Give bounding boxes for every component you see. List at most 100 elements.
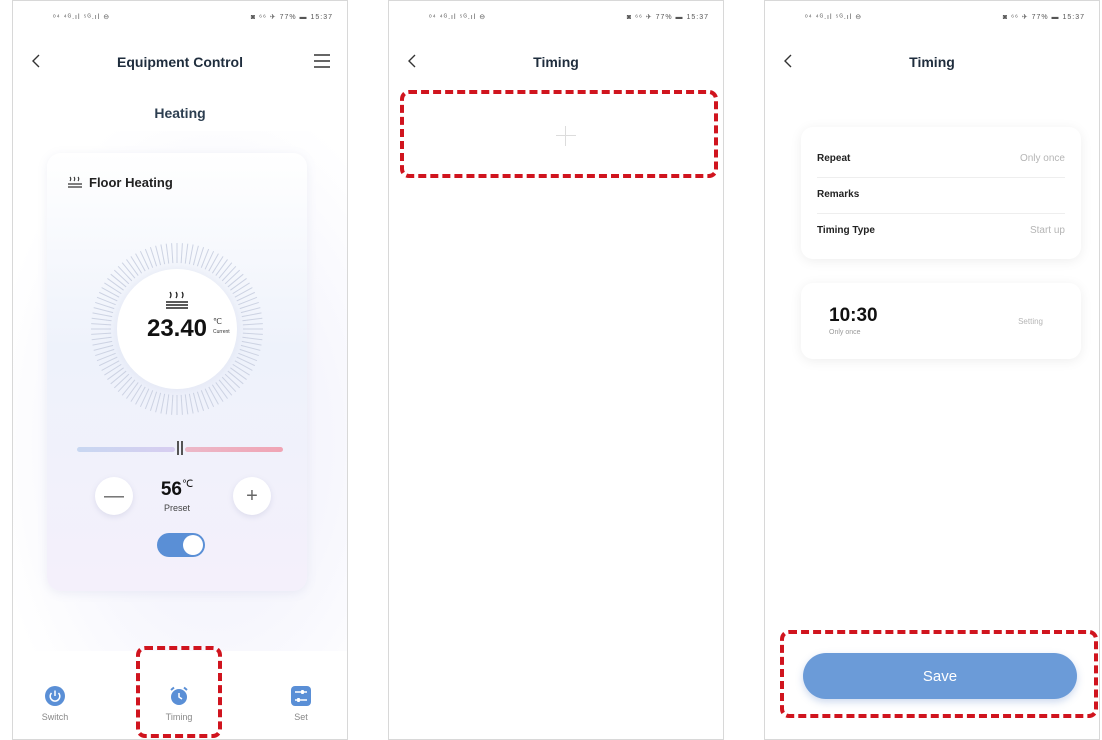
timing-type-label: Timing Type — [817, 225, 875, 236]
time-value: 10:30 — [829, 305, 878, 326]
dial-tick — [192, 245, 199, 266]
dial-tick — [230, 278, 247, 291]
dial-tick — [93, 307, 114, 314]
menu-icon[interactable] — [313, 53, 331, 69]
dial-tick — [232, 363, 250, 376]
dial-tick — [180, 243, 183, 264]
dial-tick — [91, 336, 112, 341]
dial-tick — [215, 259, 228, 276]
temperature-dial[interactable]: 23.40 ℃ Current — [87, 239, 267, 419]
dial-tick — [171, 394, 174, 415]
power-icon — [45, 686, 65, 706]
time-setting-link[interactable]: Setting — [1018, 317, 1043, 326]
remarks-row[interactable]: Remarks — [817, 177, 1065, 214]
dial-tick — [234, 287, 253, 298]
dial-tick — [171, 243, 174, 264]
dial-tick — [211, 256, 224, 274]
highlight-add-timer — [400, 90, 718, 178]
device-card: Floor Heating 23.40 ℃ Current — 56℃ Pres… — [47, 153, 307, 591]
dial-tick — [242, 336, 263, 341]
tab-switch[interactable]: Switch — [15, 685, 95, 722]
dial-tick — [221, 265, 237, 282]
page-title: Equipment Control — [117, 54, 243, 70]
timing-edit-screen: ᵒ⁴ ⁴ᴳ.ıl ⁵ᴳ.ıl ⊖ ◙ ⁶⁶ ✈ 77% ▬ 15:37 Timi… — [764, 0, 1100, 740]
toggle-knob — [183, 535, 203, 555]
current-temp-value: 23.40 — [146, 315, 208, 342]
dial-tick — [227, 370, 244, 385]
dial-tick — [241, 312, 262, 318]
dial-tick — [232, 282, 250, 295]
current-temperature: 23.40 ℃ Current — [117, 315, 237, 343]
increase-temp-button[interactable]: + — [233, 477, 271, 515]
dial-tick — [130, 384, 143, 402]
dial-tick — [92, 312, 113, 318]
dial-tick — [110, 370, 127, 385]
dial-tick — [215, 382, 228, 399]
dial-tick — [155, 245, 162, 266]
status-bar-signal: ᵒ⁴ ⁴ᴳ.ıl ⁵ᴳ.ıl ⊖ — [429, 14, 487, 21]
tab-set[interactable]: Set — [261, 685, 341, 722]
dial-tick — [92, 340, 113, 346]
nav-bar: Timing — [389, 45, 723, 79]
dial-tick — [135, 253, 146, 272]
dial-tick — [126, 259, 139, 276]
nav-bar: Timing — [765, 45, 1099, 79]
repeat-row[interactable]: Repeat Only once — [817, 141, 1065, 178]
highlight-save-button — [780, 630, 1098, 718]
dial-tick — [240, 344, 261, 351]
dial-tick — [242, 332, 263, 335]
dial-tick — [121, 379, 136, 396]
dial-tick — [184, 394, 189, 415]
dial-tick — [113, 373, 130, 389]
status-bar-battery-time: ◙ ⁶⁶ ✈ 77% ▬ 15:37 — [250, 14, 333, 21]
dial-tick — [91, 317, 112, 322]
dial-tick — [107, 367, 124, 380]
dial-tick — [93, 344, 114, 351]
status-bar-battery-time: ◙ ⁶⁶ ✈ 77% ▬ 15:37 — [1002, 14, 1085, 21]
tab-label: Switch — [41, 712, 69, 722]
nav-bar: Equipment Control — [13, 45, 347, 79]
repeat-value: Only once — [1019, 153, 1065, 164]
current-temp-unit: ℃ — [213, 317, 222, 326]
dial-tick — [241, 340, 262, 346]
slider-handle[interactable] — [177, 441, 183, 455]
repeat-label: Repeat — [817, 153, 851, 164]
timing-type-value: Start up — [1029, 225, 1065, 236]
timing-type-row[interactable]: Timing Type Start up — [817, 213, 1065, 249]
dial-tick — [121, 262, 136, 279]
dial-tick — [160, 393, 166, 414]
dial-tick — [234, 360, 253, 371]
dial-tick — [110, 273, 127, 288]
section-title: Heating — [154, 105, 206, 121]
dial-tick — [242, 317, 263, 322]
dial-tick — [101, 360, 120, 371]
dial-tick — [126, 382, 139, 399]
dial-tick — [240, 307, 261, 314]
temperature-slider[interactable] — [77, 441, 283, 455]
dial-tick — [218, 262, 233, 279]
dial-tick — [130, 256, 143, 274]
power-toggle[interactable] — [157, 533, 205, 557]
status-bar-signal: ᵒ⁴ ⁴ᴳ.ıl ⁵ᴳ.ıl ⊖ — [805, 14, 863, 21]
dial-tick — [218, 379, 233, 396]
dial-tick — [101, 287, 120, 298]
dial-tick — [107, 278, 124, 291]
dial-center: 23.40 ℃ Current — [117, 269, 237, 389]
status-bar: ᵒ⁴ ⁴ᴳ.ıl ⁵ᴳ.ıl ⊖ ◙ ⁶⁶ ✈ 77% ▬ 15:37 — [13, 11, 347, 27]
remarks-label: Remarks — [817, 189, 860, 200]
device-header: Floor Heating — [67, 175, 173, 190]
dial-tick — [160, 244, 166, 265]
dial-tick — [230, 367, 247, 380]
page-title: Timing — [533, 54, 579, 70]
highlight-timing-tab — [136, 646, 222, 738]
dial-tick — [113, 269, 130, 285]
dial-tick — [91, 323, 112, 326]
time-repeat-caption: Only once — [829, 329, 861, 336]
dial-tick — [208, 386, 219, 405]
status-bar-signal: ᵒ⁴ ⁴ᴳ.ıl ⁵ᴳ.ıl ⊖ — [53, 14, 111, 21]
page-title: Timing — [909, 54, 955, 70]
preset-value: 56 — [160, 479, 182, 500]
dial-tick — [188, 244, 194, 265]
time-card[interactable]: 10:30 Only once Setting — [801, 283, 1081, 359]
status-bar: ᵒ⁴ ⁴ᴳ.ıl ⁵ᴳ.ıl ⊖ ◙ ⁶⁶ ✈ 77% ▬ 15:37 — [389, 11, 723, 27]
